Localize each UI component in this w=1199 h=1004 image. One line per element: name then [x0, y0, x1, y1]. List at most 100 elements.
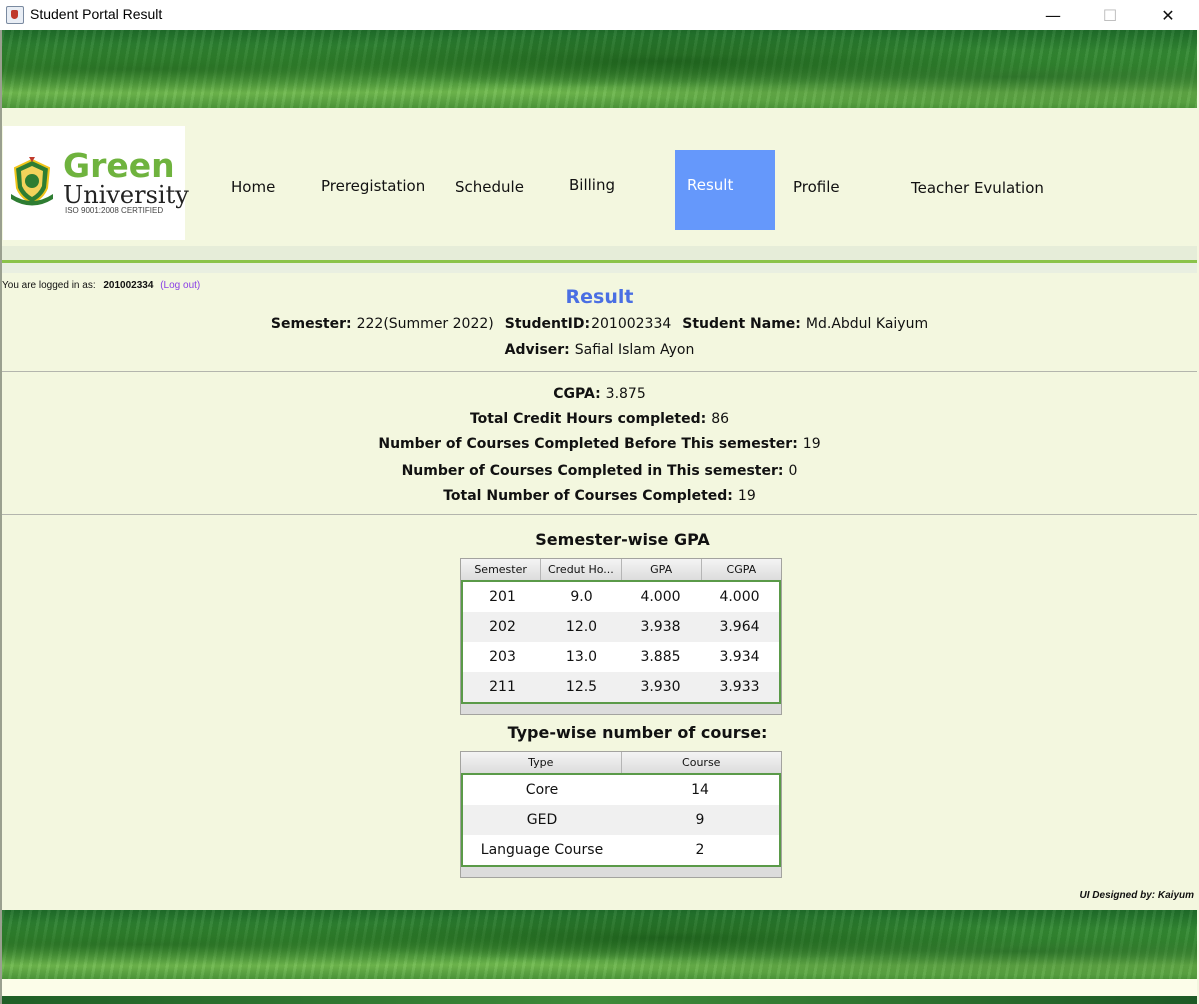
courses-this-semester-line: Number of Courses Completed in This seme…: [0, 463, 1199, 479]
total-courses-line: Total Number of Courses Completed: 19: [0, 488, 1199, 504]
gpa-table-body: 201 9.0 4.000 4.000 202 12.0 3.938 3.964…: [461, 580, 781, 704]
cgpa-label: CGPA:: [553, 386, 601, 402]
nav-result-label: Result: [687, 176, 734, 194]
close-button[interactable]: ✕: [1145, 0, 1191, 30]
nav-teacher-evaluation[interactable]: Teacher Evulation: [911, 179, 1044, 197]
divider: [2, 514, 1197, 515]
nav-separator-lower: [2, 263, 1197, 273]
adviser-line: Adviser: Safial Islam Ayon: [0, 342, 1199, 358]
table-cell: 14: [691, 782, 709, 798]
shield-emblem-icon: [11, 157, 53, 206]
column-header[interactable]: GPA: [622, 559, 702, 580]
nav-profile[interactable]: Profile: [793, 178, 840, 196]
total-courses-value: 19: [737, 488, 756, 504]
table-cell: 2: [695, 842, 705, 858]
cgpa-value: 3.875: [605, 386, 646, 402]
designer-credit: UI Designed by: Kaiyum: [1079, 890, 1194, 901]
window-titlebar: Student Portal Result — ☐ ✕: [0, 0, 1199, 30]
semester-value: 222(Summer 2022): [356, 316, 494, 332]
window-title: Student Portal Result: [30, 6, 163, 22]
table-cell: GED: [526, 812, 558, 828]
credit-hours-line: Total Credit Hours completed: 86: [0, 411, 1199, 427]
student-name-value: Md.Abdul Kaiyum: [805, 316, 929, 332]
footer-strip: [2, 979, 1197, 996]
nav-preregistration[interactable]: Preregistation: [321, 177, 425, 195]
column-header[interactable]: Semester: [461, 559, 542, 580]
courses-before-label: Number of Courses Completed Before This …: [378, 436, 798, 452]
adviser-value: Safial Islam Ayon: [574, 342, 695, 358]
table-cell: 202: [489, 619, 516, 635]
student-id-value: 201002334: [591, 316, 672, 332]
table-cell: 3.885: [640, 649, 681, 665]
table-cell: 211: [489, 679, 516, 695]
table-cell: 13.0: [565, 649, 598, 665]
nav-separator: [2, 246, 1197, 260]
table-row[interactable]: GED 9: [463, 805, 779, 835]
page-title: Result: [565, 286, 634, 308]
table-cell: 3.934: [719, 649, 760, 665]
table-cell: 12.5: [565, 679, 598, 695]
java-app-icon: [6, 6, 24, 24]
maximize-button[interactable]: ☐: [1087, 0, 1133, 30]
type-table-body: Core 14 GED 9 Language Course 2: [461, 773, 781, 867]
table-cell: 201: [489, 589, 516, 605]
table-cell: 203: [489, 649, 516, 665]
table-row[interactable]: 201 9.0 4.000 4.000: [463, 582, 779, 612]
table-cell: 12.0: [565, 619, 598, 635]
logo-certification-text: ISO 9001:2008 CERTIFIED: [65, 206, 164, 215]
table-row[interactable]: 211 12.5 3.930 3.933: [463, 672, 779, 702]
type-table-scroll-area[interactable]: [461, 867, 781, 877]
table-cell: Language Course: [480, 842, 604, 858]
table-cell: 9: [695, 812, 705, 828]
column-header[interactable]: Type: [461, 752, 622, 773]
student-id-label: StudentID:: [504, 316, 591, 332]
table-cell: 9.0: [570, 589, 593, 605]
courses-this-semester-label: Number of Courses Completed in This seme…: [401, 463, 784, 479]
courses-before-line: Number of Courses Completed Before This …: [0, 436, 1199, 452]
cgpa-line: CGPA: 3.875: [0, 386, 1199, 402]
semester-label: Semester:: [270, 316, 352, 332]
divider: [2, 371, 1197, 372]
minimize-button[interactable]: —: [1030, 0, 1076, 30]
footer-banner-image: [2, 910, 1197, 979]
type-table-header: Type Course: [461, 752, 781, 774]
table-cell: 4.000: [719, 589, 760, 605]
table-row[interactable]: 202 12.0 3.938 3.964: [463, 612, 779, 642]
table-cell: Core: [525, 782, 559, 798]
table-row[interactable]: 203 13.0 3.885 3.934: [463, 642, 779, 672]
window-left-edge: [0, 30, 2, 1004]
credit-hours-value: 86: [711, 411, 730, 427]
table-cell: 3.930: [640, 679, 681, 695]
nav-home[interactable]: Home: [231, 178, 275, 196]
gpa-table-header: Semester Credut Ho... GPA CGPA: [461, 559, 781, 581]
type-table[interactable]: Type Course Core 14 GED 9 Language Cours…: [460, 751, 782, 878]
total-courses-label: Total Number of Courses Completed:: [443, 488, 733, 504]
table-row[interactable]: Core 14: [463, 775, 779, 805]
courses-this-semester-value: 0: [788, 463, 798, 479]
gpa-table[interactable]: Semester Credut Ho... GPA CGPA 201 9.0 4…: [460, 558, 782, 715]
logo-green-text: Green: [63, 146, 175, 185]
table-cell: 4.000: [640, 589, 681, 605]
gpa-table-scroll-area[interactable]: [461, 704, 781, 714]
type-table-title: Type-wise number of course:: [507, 723, 768, 742]
credit-hours-label: Total Credit Hours completed:: [469, 411, 707, 427]
column-header[interactable]: Credut Ho...: [541, 559, 622, 580]
student-info-line: Semester: 222(Summer 2022) StudentID:20100…: [0, 316, 1199, 332]
table-cell: 3.938: [640, 619, 681, 635]
column-header[interactable]: CGPA: [702, 559, 781, 580]
student-name-label: Student Name:: [682, 316, 801, 332]
nav-result-active[interactable]: Result: [675, 150, 775, 230]
header-banner-image: [2, 30, 1197, 108]
table-cell: 3.933: [719, 679, 760, 695]
table-cell: 3.964: [719, 619, 760, 635]
adviser-label: Adviser:: [504, 342, 570, 358]
logo-university-text: University: [63, 181, 189, 209]
nav-schedule[interactable]: Schedule: [455, 178, 524, 196]
nav-billing[interactable]: Billing: [569, 176, 615, 194]
footer-strip-dark: [2, 996, 1197, 1004]
table-row[interactable]: Language Course 2: [463, 835, 779, 865]
gpa-table-title: Semester-wise GPA: [535, 530, 710, 549]
university-logo: Green University ISO 9001:2008 CERTIFIED: [3, 126, 189, 240]
courses-before-value: 19: [802, 436, 821, 452]
column-header[interactable]: Course: [622, 752, 782, 773]
